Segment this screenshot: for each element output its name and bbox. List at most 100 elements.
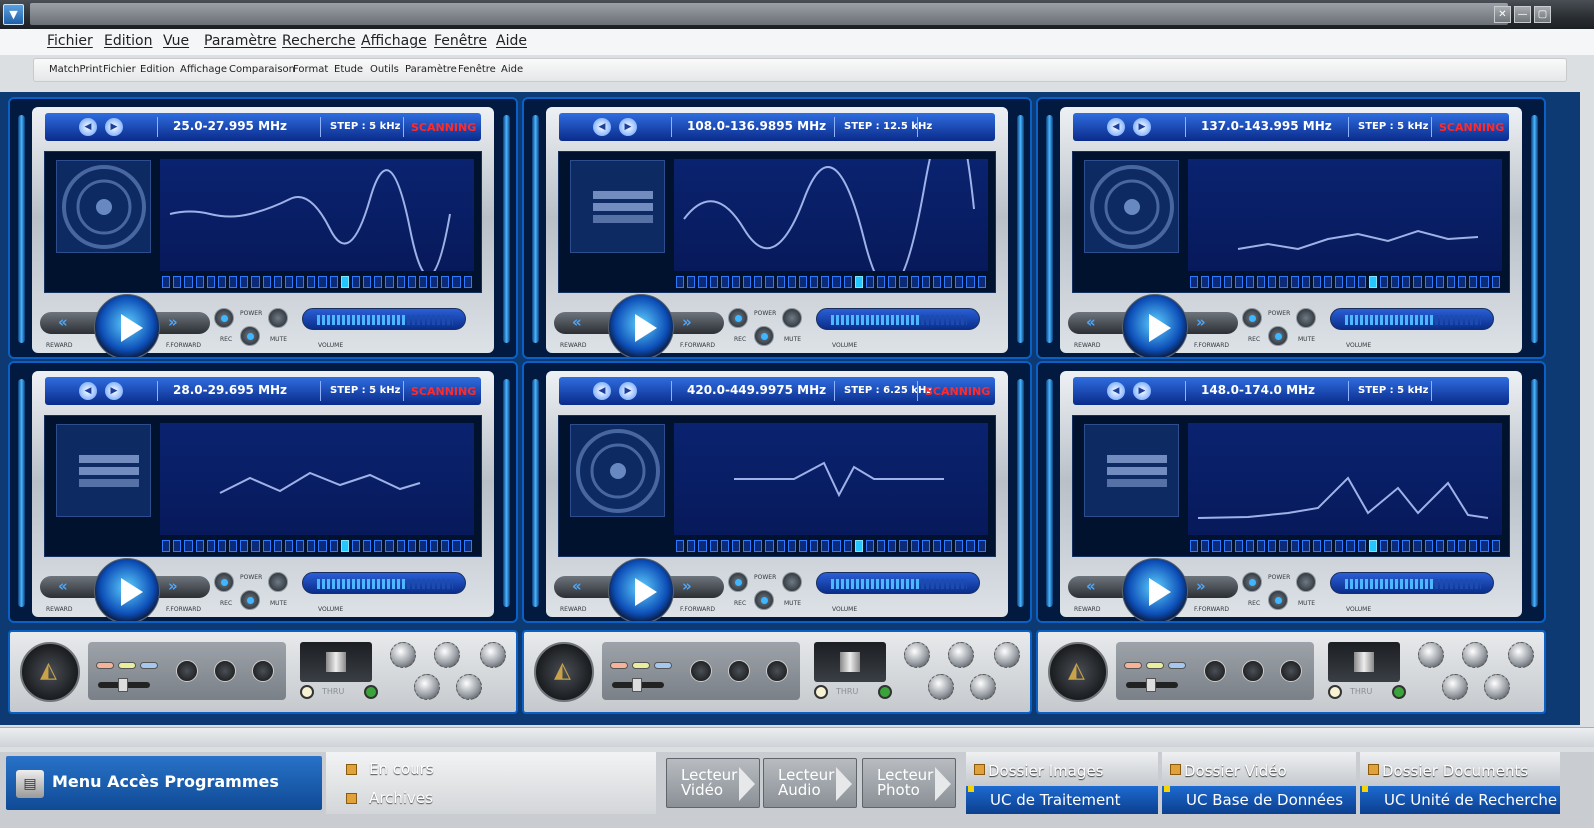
balance-slider[interactable] [612,678,664,692]
toolbar-aide[interactable]: Aide [501,64,523,75]
lecteur-video-button[interactable]: Lecteur Vidéo [666,758,760,808]
volume-slider[interactable] [1330,308,1494,330]
next-icon[interactable]: ▶ [619,118,637,136]
medium-knob[interactable] [1242,660,1264,682]
volume-slider[interactable] [302,308,466,330]
menu-affichage[interactable]: Affichage [361,33,427,49]
control-knob[interactable] [456,674,482,700]
play-icon[interactable] [94,558,160,621]
lecteur-photo-button[interactable]: Lecteur Photo [862,758,956,808]
rec-button[interactable] [728,572,748,592]
menu-recherche[interactable]: Recherche [282,33,356,49]
power-icon[interactable] [754,326,774,346]
lecteur-audio-button[interactable]: Lecteur Audio [763,758,857,808]
control-knob[interactable] [904,642,930,668]
recent-archives[interactable]: Archives [346,789,433,807]
volume-slider[interactable] [302,572,466,594]
next-icon[interactable]: ▶ [105,118,123,136]
eq-preset-button[interactable] [118,662,136,669]
mute-icon[interactable] [268,308,288,328]
treble-knob[interactable] [176,660,198,682]
play-icon[interactable] [94,294,160,357]
thru-switch[interactable] [814,642,886,682]
recent-en-cours[interactable]: En cours [346,760,434,778]
toolbar-affichage[interactable]: Affichage [180,64,227,75]
fast-forward-icon[interactable]: » [1196,313,1206,331]
power-icon[interactable] [240,326,260,346]
fast-forward-icon[interactable]: » [168,577,178,595]
close-icon[interactable]: ✕ [1494,6,1511,23]
mute-icon[interactable] [1296,572,1316,592]
prev-icon[interactable]: ◀ [79,382,97,400]
rec-button[interactable] [214,572,234,592]
control-knob[interactable] [480,642,506,668]
control-knob[interactable] [970,674,996,700]
power-icon[interactable] [1268,590,1288,610]
medium-knob[interactable] [214,660,236,682]
menu-aide[interactable]: Aide [496,33,527,49]
power-icon[interactable] [240,590,260,610]
menu-parametre[interactable]: Paramètre [204,33,277,49]
mute-icon[interactable] [782,308,802,328]
control-knob[interactable] [414,674,440,700]
treble-knob[interactable] [1204,660,1226,682]
uc-base-donnees-button[interactable]: UC Base de Données [1162,786,1356,814]
system-menu-icon[interactable]: ▼ [3,4,24,25]
next-icon[interactable]: ▶ [619,382,637,400]
play-icon[interactable] [608,558,674,621]
control-knob[interactable] [390,642,416,668]
menu-fenetre[interactable]: Fenêtre [434,33,487,49]
control-knob[interactable] [1418,642,1444,668]
control-knob[interactable] [1484,674,1510,700]
mute-icon[interactable] [782,572,802,592]
play-icon[interactable] [608,294,674,357]
maximize-icon[interactable]: ▢ [1534,6,1551,23]
bass-knob[interactable] [1280,660,1302,682]
rewind-icon[interactable]: « [58,577,68,595]
bass-knob[interactable] [766,660,788,682]
start-menu-button[interactable]: ▤ Menu Accès Programmes [6,756,322,810]
toolbar-format[interactable]: Format [293,64,328,75]
uc-traitement-button[interactable]: UC de Traitement [966,786,1158,814]
fast-forward-icon[interactable]: » [1196,577,1206,595]
fast-forward-icon[interactable]: » [682,577,692,595]
volume-slider[interactable] [816,308,980,330]
volume-slider[interactable] [1330,572,1494,594]
eq-preset-button[interactable] [654,662,672,669]
rec-button[interactable] [1242,572,1262,592]
menu-vue[interactable]: Vue [163,33,189,49]
next-icon[interactable]: ▶ [1133,118,1151,136]
eq-preset-button[interactable] [1146,662,1164,669]
control-knob[interactable] [434,642,460,668]
rec-button[interactable] [1242,308,1262,328]
toolbar-fenetre[interactable]: Fenêtre [458,64,496,75]
prev-icon[interactable]: ◀ [593,382,611,400]
mute-icon[interactable] [1296,308,1316,328]
prev-icon[interactable]: ◀ [593,118,611,136]
menu-fichier[interactable]: Fichier [47,33,93,49]
toolbar-fichier[interactable]: Fichier [103,64,136,75]
prev-icon[interactable]: ◀ [79,118,97,136]
medium-knob[interactable] [728,660,750,682]
control-knob[interactable] [1442,674,1468,700]
uc-unite-recherche-button[interactable]: UC Unité de Recherche [1360,786,1560,814]
menu-edition[interactable]: Edition [104,33,152,49]
eq-preset-button[interactable] [610,662,628,669]
control-knob[interactable] [928,674,954,700]
thru-switch[interactable] [1328,642,1400,682]
eq-preset-button[interactable] [140,662,158,669]
power-icon[interactable] [754,590,774,610]
balance-slider[interactable] [98,678,150,692]
play-icon[interactable] [1122,558,1188,621]
minimize-icon[interactable]: — [1514,6,1531,23]
rec-button[interactable] [728,308,748,328]
rewind-icon[interactable]: « [1086,313,1096,331]
fast-forward-icon[interactable]: » [682,313,692,331]
balance-slider[interactable] [1126,678,1178,692]
thru-switch[interactable] [300,642,372,682]
dossier-documents-button[interactable]: Dossier Documents [1360,752,1560,786]
rewind-icon[interactable]: « [572,313,582,331]
prev-icon[interactable]: ◀ [1107,118,1125,136]
next-icon[interactable]: ▶ [1133,382,1151,400]
toolbar-etude[interactable]: Etude [334,64,363,75]
